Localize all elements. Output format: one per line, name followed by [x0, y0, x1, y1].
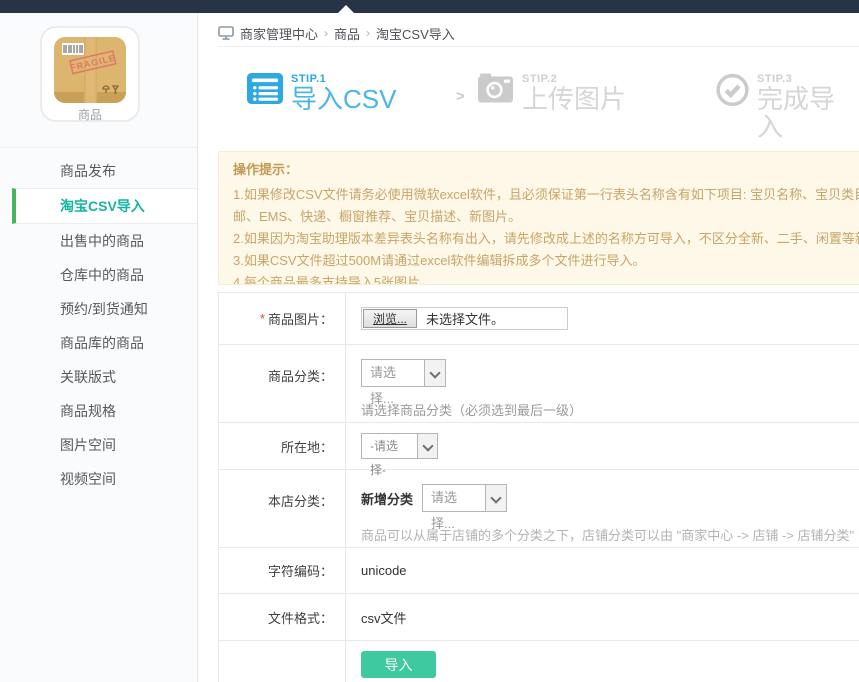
import-button[interactable]: 导入 [361, 651, 436, 678]
csv-import-form: * 商品图片： 浏览... 未选择文件。 商品分类： 请选择... [218, 292, 859, 682]
step-import-csv: STIP.1 导入CSV [247, 73, 396, 113]
sidebar-item-image-space[interactable]: 图片空间 [0, 428, 197, 462]
sidebar-item-products-in-warehouse[interactable]: 仓库中的商品 [0, 258, 197, 292]
sidebar-item-product-specs[interactable]: 商品规格 [0, 394, 197, 428]
add-category-link[interactable]: 新增分类 [361, 492, 413, 507]
shop-category-label: 本店分类： [219, 470, 346, 547]
step-upload-images: STIP.2 上传图片 [478, 73, 626, 113]
file-format-value: csv文件 [346, 594, 859, 640]
sidebar-item-taobao-csv-import[interactable]: 淘宝CSV导入 [12, 188, 197, 224]
product-category-select-value: 请选择... [362, 360, 424, 386]
steps-separator: > [456, 88, 465, 105]
product-image-label: 商品图片： [268, 309, 333, 328]
form-row-submit: 导入 [219, 641, 859, 682]
breadcrumb-current: 淘宝CSV导入 [376, 24, 455, 43]
sidebar-item-video-space[interactable]: 视频空间 [0, 462, 197, 496]
chevron-down-icon [424, 360, 445, 386]
product-category-hint: 请选择商品分类（必须选到最后一级） [361, 400, 859, 419]
breadcrumb-products[interactable]: 商品 [334, 24, 360, 43]
chevron-down-icon [485, 485, 506, 511]
tip-line: 3.如果CSV文件超过500M请通过excel软件编辑拆成多个文件进行导入。 [233, 250, 859, 272]
location-select-value: -请选择- [362, 434, 417, 458]
tip-line: 4.每个商品最多支持导入5张图片。 [233, 272, 859, 285]
top-navbar [0, 0, 859, 13]
step3-label: 完成导入 [757, 85, 858, 141]
encoding-value: unicode [346, 548, 859, 593]
sidebar-menu: 商品发布 淘宝CSV导入 出售中的商品 仓库中的商品 预约/到货通知 商品库的商… [0, 147, 197, 496]
import-steps: STIP.1 导入CSV > STIP.2 上传图片 [218, 55, 858, 141]
tip-line: 1.如果修改CSV文件请务必使用微软excel软件，且必须保证第一行表头名称含有… [233, 184, 859, 206]
product-image-file-input[interactable]: 浏览... 未选择文件。 [361, 307, 568, 330]
breadcrumb-separator: › [324, 26, 328, 40]
shop-category-select-value: 请选择... [423, 485, 485, 511]
file-format-label: 文件格式： [219, 594, 346, 640]
form-row-product-image: * 商品图片： 浏览... 未选择文件。 [219, 293, 859, 345]
tips-title: 操作提示： [233, 160, 859, 180]
page: FRAGILE 商品 商品发布 淘宝CSV导入 出售中的商品 仓库中的商品 预约… [0, 0, 859, 682]
store-logo-card[interactable]: FRAGILE 商品 [40, 26, 140, 122]
breadcrumb-home[interactable]: 商家管理中心 [240, 24, 318, 43]
breadcrumb-separator: › [366, 26, 370, 40]
product-category-select[interactable]: 请选择... [361, 359, 446, 387]
logo-label: 商品 [42, 106, 138, 123]
monitor-icon [218, 26, 234, 40]
shop-category-hint: 商品可以从属于店铺的多个分类之下，店铺分类可以由 "商家中心 -> 店铺 -> … [361, 525, 859, 544]
shop-category-select[interactable]: 请选择... [422, 484, 507, 512]
tip-line: 邮、EMS、快递、橱窗推荐、宝贝描述、新图片。 [233, 206, 859, 228]
main-content: 商家管理中心 › 商品 › 淘宝CSV导入 STIP.1 导入CSV [199, 13, 859, 682]
step2-label: 上传图片 [522, 85, 626, 113]
product-category-label: 商品分类： [219, 345, 346, 422]
location-label: 所在地： [219, 423, 346, 469]
file-status-text: 未选择文件。 [426, 309, 504, 328]
sidebar-item-product-publish[interactable]: 商品发布 [0, 154, 197, 188]
form-row-encoding: 字符编码： unicode [219, 548, 859, 594]
step-finish-import: STIP.3 完成导入 [716, 73, 858, 141]
required-mark: * [260, 311, 265, 326]
sidebar-item-product-library[interactable]: 商品库的商品 [0, 326, 197, 360]
csv-list-icon [247, 73, 283, 104]
form-row-product-category: 商品分类： 请选择... 请选择商品分类（必须选到最后一级） [219, 345, 859, 423]
tip-line: 2.如果因为淘宝助理版本差异表头名称有出入，请先修改成上述的名称方可导入，不区分… [233, 228, 859, 250]
check-circle-icon [716, 73, 749, 107]
encoding-label: 字符编码： [219, 548, 346, 593]
camera-icon [478, 73, 514, 103]
operation-tips-box: 操作提示： 1.如果修改CSV文件请务必使用微软excel软件，且必须保证第一行… [218, 151, 859, 285]
sidebar-item-related-layout[interactable]: 关联版式 [0, 360, 197, 394]
sidebar-item-products-on-sale[interactable]: 出售中的商品 [0, 224, 197, 258]
breadcrumb: 商家管理中心 › 商品 › 淘宝CSV导入 [218, 20, 859, 47]
step1-label: 导入CSV [291, 85, 396, 113]
sidebar-item-arrival-notice[interactable]: 预约/到货通知 [0, 292, 197, 326]
form-row-file-format: 文件格式： csv文件 [219, 594, 859, 641]
form-row-location: 所在地： -请选择- [219, 423, 859, 470]
chevron-down-icon [417, 434, 437, 458]
sidebar: FRAGILE 商品 商品发布 淘宝CSV导入 出售中的商品 仓库中的商品 预约… [0, 13, 198, 682]
form-row-shop-category: 本店分类： 新增分类 请选择... 商品可以从属于店铺的多个分类之下，店铺分类可… [219, 470, 859, 548]
browse-button[interactable]: 浏览... [363, 309, 417, 328]
package-box-icon: FRAGILE [54, 37, 126, 103]
location-select[interactable]: -请选择- [361, 433, 438, 459]
